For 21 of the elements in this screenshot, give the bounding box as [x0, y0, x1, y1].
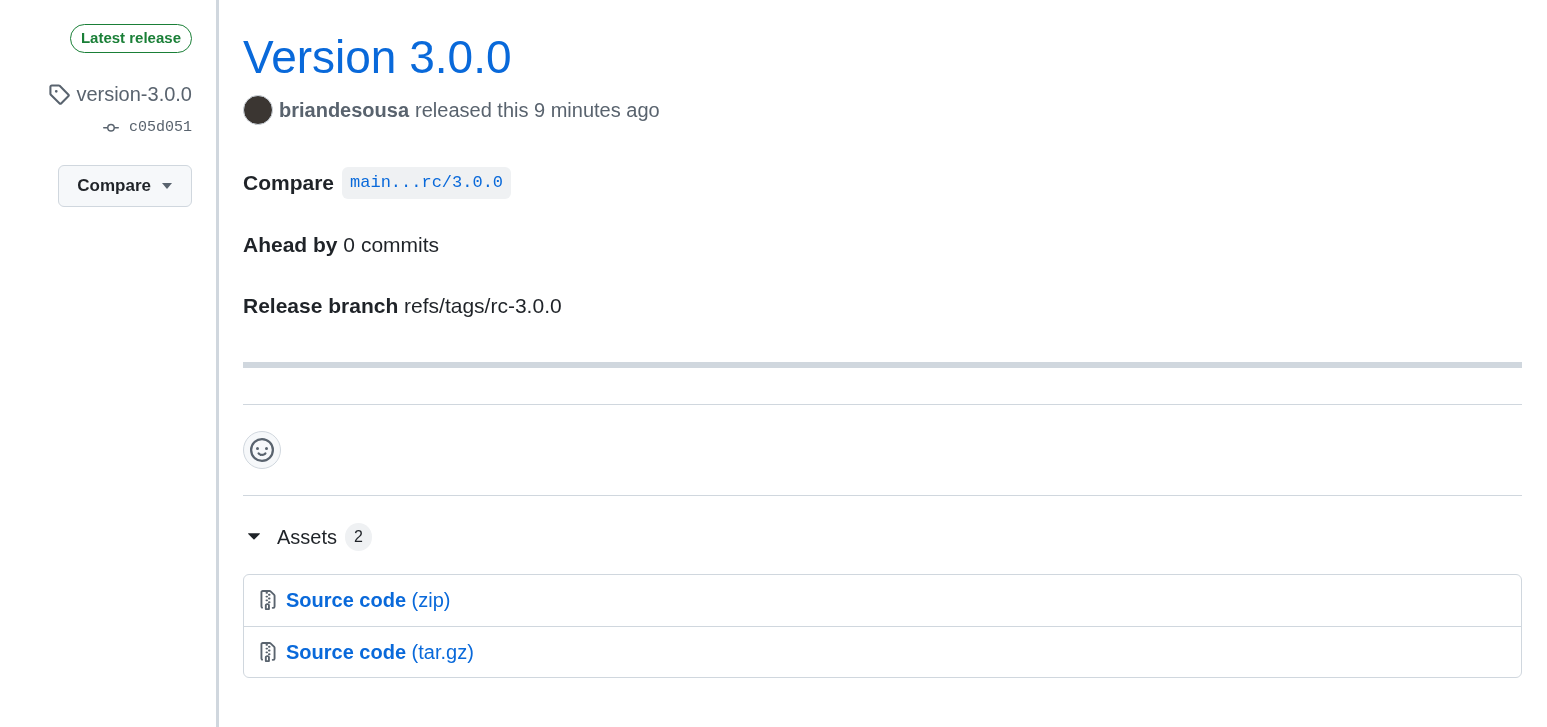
avatar[interactable] — [243, 95, 273, 126]
compare-range-link[interactable]: main...rc/3.0.0 — [342, 167, 512, 199]
file-zip-icon — [258, 639, 278, 664]
caret-icon — [161, 182, 173, 190]
release-detail: Ahead by 0 commits — [243, 231, 441, 258]
add-reaction-button[interactable] — [243, 430, 281, 469]
commit-link[interactable]: c05d051 — [99, 116, 192, 139]
release-title[interactable]: Version 3.0.0 — [243, 30, 1522, 86]
author-link[interactable]: briandesousa — [279, 95, 410, 126]
file-zip-icon — [258, 588, 278, 613]
release-detail: Release branch refs/tags/rc-3.0.0 — [243, 293, 563, 320]
asset-link[interactable]: Source code (tar.gz) — [286, 636, 474, 667]
asset-link[interactable]: Source code (zip) — [286, 585, 451, 616]
release-time: released this 9 minutes ago — [415, 98, 660, 124]
compare-button[interactable]: Compare — [58, 165, 192, 207]
assets-toggle[interactable]: Assets 2 — [243, 521, 372, 552]
compare-label: Compare — [243, 170, 335, 197]
tag-link[interactable]: version-3.0.0 — [48, 78, 192, 109]
smiley-icon — [250, 437, 274, 462]
tag-icon — [48, 82, 71, 105]
asset-count: 2 — [345, 522, 372, 551]
